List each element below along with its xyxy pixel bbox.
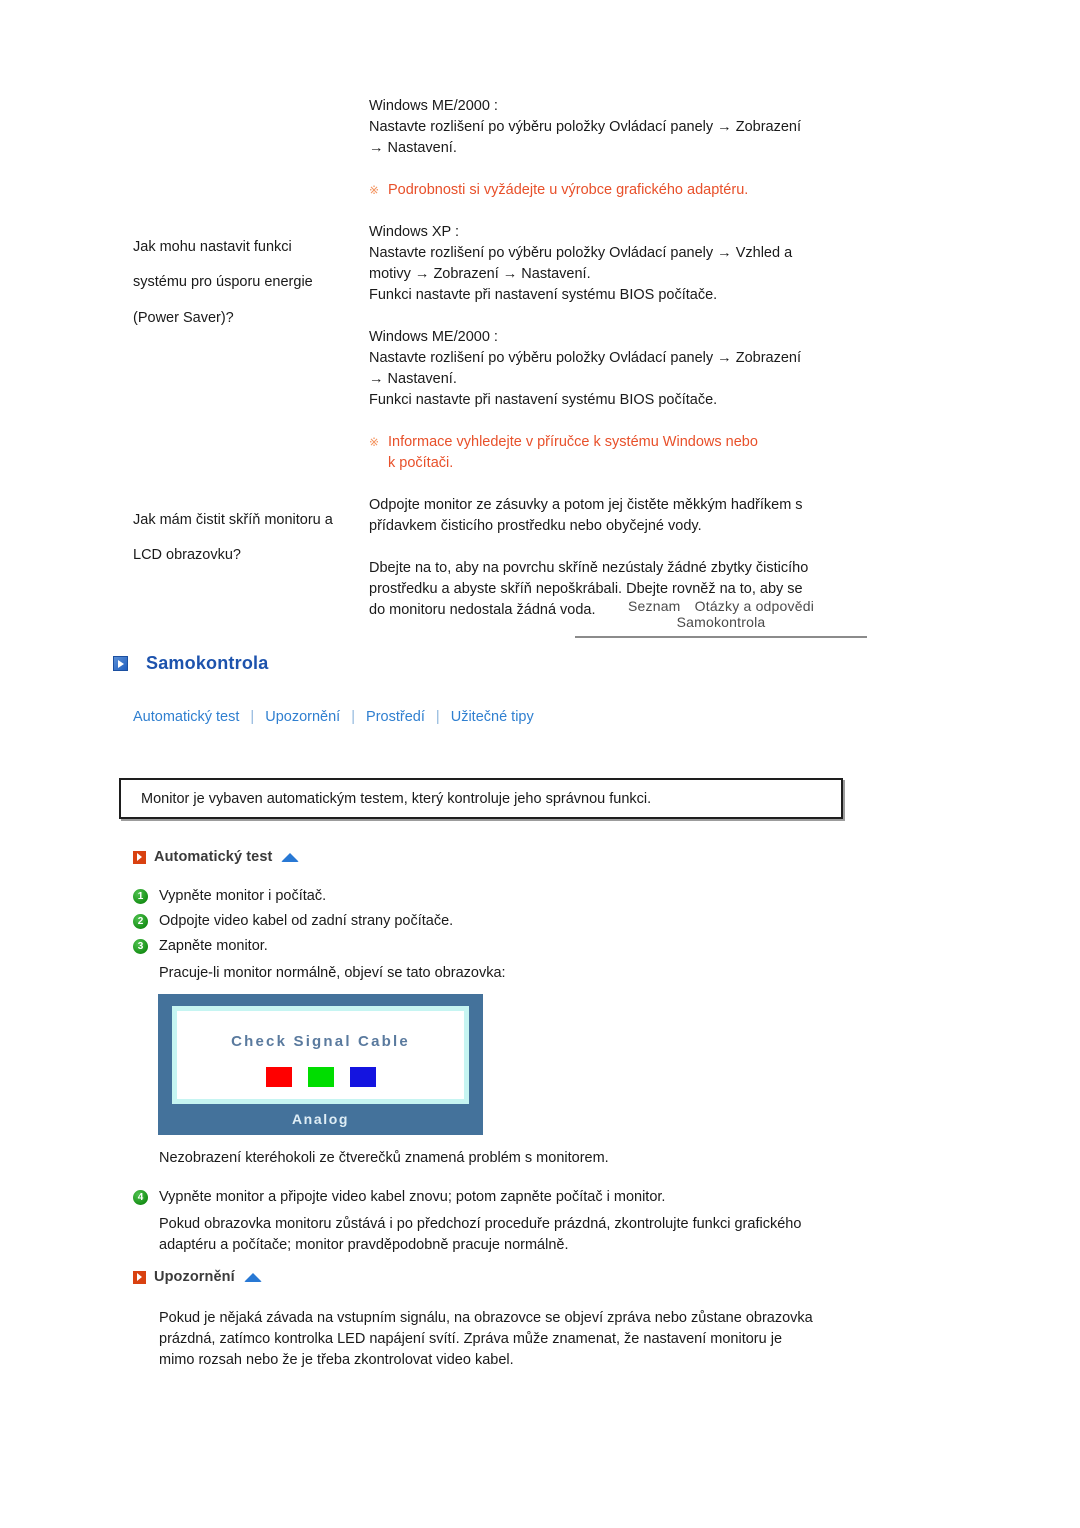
question-line: Jak mohu nastavit funkci <box>133 238 292 255</box>
asterisk-icon: ※ <box>369 435 380 449</box>
faq-answer-cell: Windows ME/2000 : Nastavte rozlišení po … <box>369 96 873 222</box>
intro-callout-box: Monitor je vybaven automatickým testem, … <box>119 778 843 819</box>
warning-line: Pokud je nějaká závada na vstupním signá… <box>159 1310 813 1326</box>
section-title: Samokontrola <box>146 653 269 673</box>
orange-arrow-icon <box>133 850 146 864</box>
step-text: Vypněte monitor i počítač. <box>159 888 327 904</box>
warning-line: prázdná, zatímco kontrolka LED napájení … <box>159 1331 783 1347</box>
step-text: Zapněte monitor. <box>159 938 268 954</box>
answer-line: Nastavte rozlišení po výběru položky Ovl… <box>369 119 801 135</box>
breadcrumb: Seznam Otázky a odpovědi Samokontrola <box>575 598 867 638</box>
subsection-heading-upozorneni: Upozornění <box>133 1269 262 1285</box>
answer-line: Dbejte na to, aby na povrchu skříně nezú… <box>369 560 809 576</box>
answer-line: Odpojte monitor ze zásuvky a potom jej č… <box>369 497 803 513</box>
question-line: LCD obrazovku? <box>133 547 241 563</box>
blue-swatch-icon <box>349 1067 376 1087</box>
list-item: 3 Zapněte monitor. <box>133 936 833 957</box>
note-callout: ※ Podrobnosti si vyžádejte u výrobce gra… <box>369 180 873 201</box>
faq-question-cell: Jak mám čistit skříň monitoru a LCD obra… <box>133 495 369 581</box>
asterisk-icon: ※ <box>369 183 380 197</box>
table-row: Jak mohu nastavit funkci systému pro úsp… <box>133 222 873 495</box>
link-separator: | <box>351 709 355 725</box>
warning-line: mimo rozsah nebo že je třeba zkontrolova… <box>159 1352 514 1368</box>
red-swatch-icon <box>265 1067 292 1087</box>
note-callout: ※ Informace vyhledejte v příručce k syst… <box>369 432 873 474</box>
warning-body: Pokud je nějaká závada na vstupním signá… <box>159 1308 919 1371</box>
section-link-row: Automatický test | Upozornění | Prostřed… <box>133 709 534 725</box>
step-number-badge: 4 <box>133 1190 148 1205</box>
note-line: Informace vyhledejte v příručce k systém… <box>388 434 758 450</box>
answer-line: Nastavte rozlišení po výběru položky Ovl… <box>369 245 793 261</box>
step-number-badge: 3 <box>133 939 148 954</box>
monitor-screen: Check Signal Cable <box>172 1006 469 1104</box>
answer-line: Nastavte rozlišení po výběru položky Ovl… <box>369 350 801 366</box>
step-text: Odpojte video kabel od zadní strany počí… <box>159 913 454 929</box>
answer-line: přídavkem čisticího prostředku nebo obyč… <box>369 518 702 534</box>
answer-line: Windows ME/2000 : <box>369 329 498 345</box>
scroll-to-top-icon[interactable] <box>243 1272 262 1282</box>
question-line: Jak mám čistit skříň monitoru a <box>133 511 333 528</box>
scroll-to-top-icon[interactable] <box>281 852 300 862</box>
monitor-selftest-image: Check Signal Cable Analog <box>158 994 483 1135</box>
step-number-badge: 2 <box>133 914 148 929</box>
subsection-heading-automaticky-test: Automatický test <box>133 849 300 865</box>
list-item: 2 Odpojte video kabel od zadní strany po… <box>133 911 833 932</box>
blue-arrow-icon <box>113 656 128 671</box>
step4-note-line: Pokud obrazovka monitoru zůstává i po př… <box>159 1216 802 1232</box>
link-separator: | <box>435 709 440 725</box>
table-row: Windows ME/2000 : Nastavte rozlišení po … <box>133 96 873 222</box>
question-line: (Power Saver)? <box>133 309 234 326</box>
answer-line: → Nastavení. <box>369 140 457 156</box>
breadcrumb-item-seznam[interactable]: Seznam <box>628 598 681 614</box>
answer-line: prostředku a abyste skříň nepoškrábali. … <box>369 581 803 597</box>
intro-text: Monitor je vybaven automatickým testem, … <box>141 790 652 807</box>
subsection-title: Upozornění <box>154 1269 235 1285</box>
breadcrumb-item-samokontrola[interactable]: Samokontrola <box>677 614 766 630</box>
link-uzitecne-tipy[interactable]: Užitečné tipy <box>451 709 534 725</box>
answer-line: → Nastavení. <box>369 371 457 387</box>
list-item: 1 Vypněte monitor i počítač. <box>133 886 833 907</box>
note-line: k počítači. <box>388 455 454 471</box>
answer-line: motivy → Zobrazení → Nastavení. <box>369 266 591 282</box>
answer-line: Windows ME/2000 : <box>369 98 498 114</box>
faq-answer-cell: Windows XP : Nastavte rozlišení po výběr… <box>369 222 873 495</box>
step4-note-line: adaptéru a počítače; monitor pravděpodob… <box>159 1237 569 1253</box>
step4-note: Pokud obrazovka monitoru zůstává i po př… <box>159 1214 899 1256</box>
list-item: 4 Vypněte monitor a připojte video kabel… <box>133 1187 873 1208</box>
answer-line: Windows XP : <box>369 224 459 240</box>
link-prostredi[interactable]: Prostředí <box>366 709 425 725</box>
breadcrumb-item-otazky[interactable]: Otázky a odpovědi <box>695 598 814 614</box>
check-signal-cable-text: Check Signal Cable <box>231 1033 410 1050</box>
faq-table: Windows ME/2000 : Nastavte rozlišení po … <box>133 96 873 621</box>
answer-line: Funkci nastavte při nastavení systému BI… <box>369 287 718 303</box>
link-automaticky-test[interactable]: Automatický test <box>133 709 239 725</box>
monitor-input-label: Analog <box>291 1111 350 1127</box>
subsection-title: Automatický test <box>154 849 273 865</box>
page-title: Samokontrola <box>113 653 268 674</box>
green-swatch-icon <box>307 1067 334 1087</box>
faq-question-cell: Jak mohu nastavit funkci systému pro úsp… <box>133 222 369 343</box>
after-steps-text: Pracuje-li monitor normálně, objeví se t… <box>159 965 506 981</box>
answer-line: Funkci nastavte při nastavení systému BI… <box>369 392 718 408</box>
step-text: Vypněte monitor a připojte video kabel z… <box>159 1189 666 1205</box>
rgb-swatches <box>177 1067 464 1087</box>
link-upozorneni[interactable]: Upozornění <box>265 709 340 725</box>
below-image-text: Nezobrazení kteréhokoli ze čtverečků zna… <box>159 1150 609 1166</box>
note-text: Podrobnosti si vyžádejte u výrobce grafi… <box>388 182 749 198</box>
step-number-badge: 1 <box>133 889 148 904</box>
question-line: systému pro úsporu energie <box>133 274 313 290</box>
note-text: Informace vyhledejte v příručce k systém… <box>388 432 873 474</box>
link-separator: | <box>250 709 255 725</box>
orange-arrow-icon <box>133 1270 146 1284</box>
